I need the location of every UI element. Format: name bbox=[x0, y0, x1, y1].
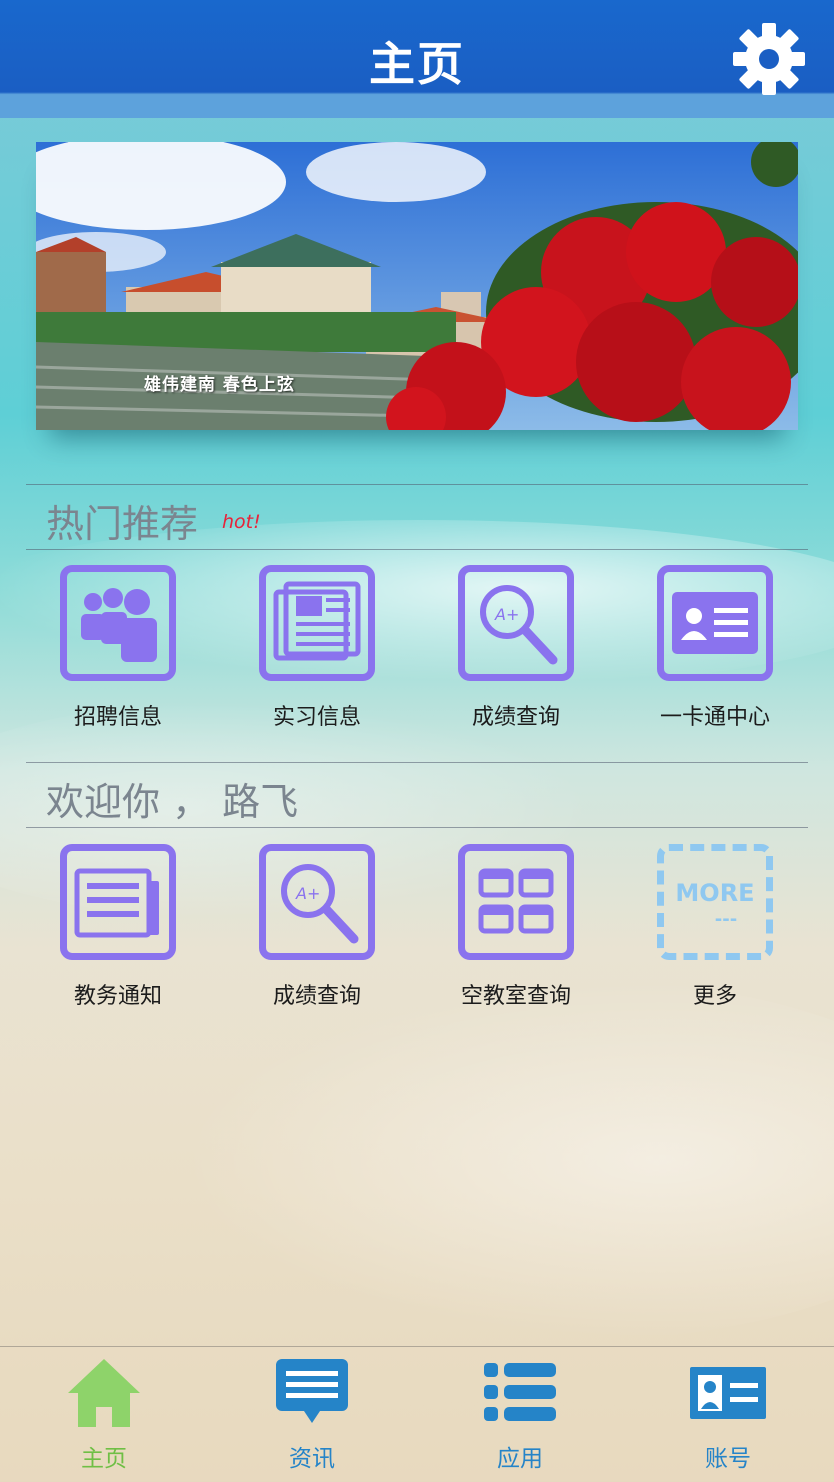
more-icon-text: MORE bbox=[675, 879, 754, 907]
item-label: 教务通知 bbox=[73, 984, 162, 1009]
notice-icon bbox=[60, 844, 176, 960]
tab-home[interactable]: 主页 bbox=[0, 1347, 208, 1482]
svg-text:A+: A+ bbox=[494, 605, 519, 624]
id-card-icon bbox=[657, 565, 773, 681]
welcome-section-header: 欢迎你 ， 路飞 bbox=[26, 762, 808, 828]
hot-section-title: 热门推荐 bbox=[46, 502, 199, 546]
top-app-bar: 主页 bbox=[0, 0, 834, 118]
welcome-title: 欢迎你 ， 路飞 bbox=[46, 780, 299, 824]
tab-apps[interactable]: 应用 bbox=[416, 1347, 624, 1482]
hot-items-row: 招聘信息 实习信息 A+ 成绩查询 一卡通中心 bbox=[0, 565, 834, 765]
bottom-tab-bar: 主页 资讯 应用 账号 bbox=[0, 1346, 834, 1482]
people-group-icon bbox=[60, 565, 176, 681]
empty-classroom-item[interactable]: 空教室查询 bbox=[436, 844, 596, 1034]
tab-label: 资讯 bbox=[289, 1446, 335, 1472]
campus-banner[interactable]: 雄伟建南 春色上弦 bbox=[36, 142, 798, 430]
list-icon bbox=[480, 1353, 560, 1433]
item-label: 成绩查询 bbox=[272, 984, 361, 1009]
message-icon bbox=[272, 1353, 352, 1433]
tab-label: 应用 bbox=[497, 1446, 543, 1472]
recruitment-info-item[interactable]: 招聘信息 bbox=[38, 565, 198, 755]
tab-account[interactable]: 账号 bbox=[624, 1347, 832, 1482]
grade-search-icon: A+ bbox=[259, 844, 375, 960]
welcome-items-row: 教务通知 A+ 成绩查询 空教室查询 MORE --- 更多 bbox=[0, 844, 834, 1044]
tab-label: 主页 bbox=[81, 1446, 127, 1472]
campus-card-center-item[interactable]: 一卡通中心 bbox=[635, 565, 795, 755]
hot-badge: hot! bbox=[222, 511, 261, 533]
banner-caption: 雄伟建南 春色上弦 bbox=[144, 375, 295, 395]
more-icon: MORE --- bbox=[657, 844, 773, 960]
item-label: 招聘信息 bbox=[73, 705, 162, 730]
tab-label: 账号 bbox=[705, 1446, 751, 1472]
tab-news[interactable]: 资讯 bbox=[208, 1347, 416, 1482]
item-label: 更多 bbox=[692, 984, 737, 1009]
gear-icon[interactable] bbox=[732, 22, 806, 96]
grade-search-icon: A+ bbox=[458, 565, 574, 681]
classroom-grid-icon bbox=[458, 844, 574, 960]
newspaper-icon bbox=[259, 565, 375, 681]
internship-info-item[interactable]: 实习信息 bbox=[237, 565, 397, 755]
more-item[interactable]: MORE --- 更多 bbox=[635, 844, 795, 1034]
svg-text:A+: A+ bbox=[295, 884, 320, 903]
account-card-icon bbox=[688, 1353, 768, 1433]
item-label: 实习信息 bbox=[272, 705, 361, 730]
item-label: 空教室查询 bbox=[460, 984, 571, 1009]
grade-query-item-2[interactable]: A+ 成绩查询 bbox=[237, 844, 397, 1034]
more-icon-dots: --- bbox=[715, 909, 737, 930]
hot-section-header: 热门推荐 hot! bbox=[26, 484, 808, 550]
page-title: 主页 bbox=[369, 37, 465, 91]
item-label: 成绩查询 bbox=[471, 705, 560, 730]
home-icon bbox=[64, 1353, 144, 1433]
grade-query-item[interactable]: A+ 成绩查询 bbox=[436, 565, 596, 755]
academic-notice-item[interactable]: 教务通知 bbox=[38, 844, 198, 1034]
item-label: 一卡通中心 bbox=[659, 705, 770, 730]
